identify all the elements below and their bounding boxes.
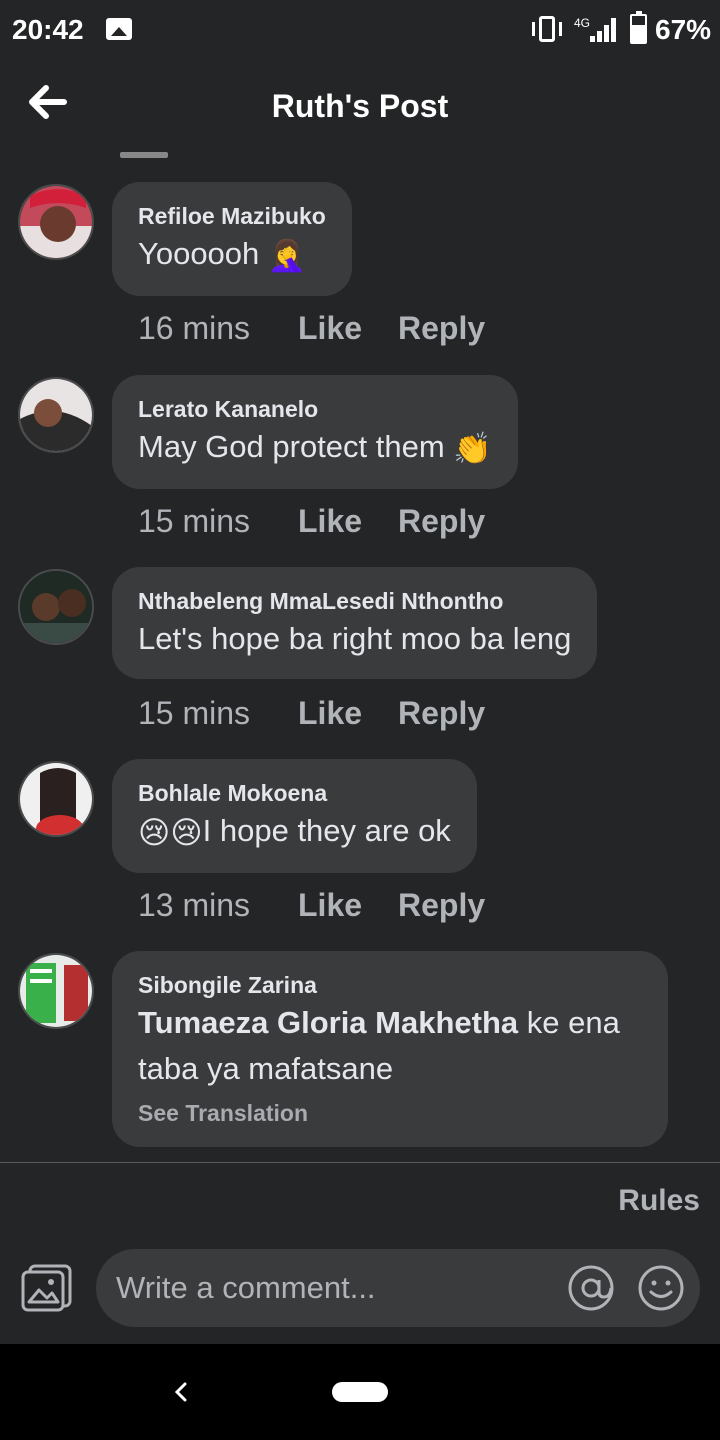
comment-time[interactable]: 15 mins: [138, 503, 250, 540]
avatar[interactable]: [18, 569, 94, 645]
comment-input[interactable]: [116, 1249, 556, 1327]
reply-button[interactable]: Reply: [398, 695, 485, 732]
reply-button[interactable]: Reply: [398, 503, 485, 540]
like-button[interactable]: Like: [298, 310, 362, 347]
comment-bubble[interactable]: Refiloe Mazibuko Yoooooh 🤦‍♀️: [112, 182, 352, 296]
comment-bubble[interactable]: Lerato Kananelo May God protect them 👏: [112, 375, 518, 489]
reply-button[interactable]: Reply: [398, 887, 485, 924]
network-type: 4G: [574, 16, 591, 30]
facepalm-emoji: 🤦‍♀️: [267, 237, 307, 273]
nav-home-pill[interactable]: [332, 1382, 388, 1402]
comment-text: Yoooooh 🤦‍♀️: [138, 232, 326, 278]
mention-icon[interactable]: [566, 1263, 616, 1313]
mentioned-user[interactable]: Tumaeza Gloria Makhetha: [138, 1005, 518, 1040]
comment-author[interactable]: Refiloe Mazibuko: [138, 202, 326, 230]
rules-link[interactable]: Rules: [618, 1184, 700, 1218]
nav-back-icon[interactable]: [168, 1374, 192, 1410]
like-button[interactable]: Like: [298, 503, 362, 540]
crying-face-emoji: 😢😢: [138, 814, 203, 850]
previous-comment-edge: [120, 152, 168, 158]
comment-bubble[interactable]: Nthabeleng MmaLesedi Nthontho Let's hope…: [112, 567, 598, 679]
comment-text: Tumaeza Gloria Makhetha ke ena: [138, 1005, 620, 1040]
comment-input-container: [96, 1249, 700, 1327]
comment-text-line2: taba ya mafatsane: [138, 1051, 394, 1086]
page-title: Ruth's Post: [271, 88, 449, 124]
battery-percentage: 67%: [655, 14, 712, 45]
comment-time[interactable]: 16 mins: [138, 310, 250, 347]
avatar[interactable]: [18, 184, 94, 260]
like-button[interactable]: Like: [298, 887, 362, 924]
reply-button[interactable]: Reply: [398, 310, 485, 347]
comment-text: May God protect them 👏: [138, 425, 492, 471]
signal-icon: [590, 18, 618, 42]
divider: [0, 1162, 720, 1163]
comment-text: 😢😢I hope they are ok: [138, 809, 451, 855]
header: Ruth's Post: [0, 62, 720, 152]
status-time: 20:42: [12, 14, 84, 45]
comment-author[interactable]: Sibongile Zarina: [138, 971, 642, 999]
comment-author[interactable]: Lerato Kananelo: [138, 395, 492, 423]
comment-bubble[interactable]: Bohlale Mokoena 😢😢I hope they are ok: [112, 759, 477, 873]
status-bar: 20:42 4G 67%: [0, 0, 720, 62]
like-button[interactable]: Like: [298, 695, 362, 732]
comment-author[interactable]: Nthabeleng MmaLesedi Nthontho: [138, 587, 571, 615]
see-translation-link[interactable]: See Translation: [138, 1097, 642, 1129]
clapping-hands-emoji: 👏: [453, 430, 492, 466]
avatar[interactable]: [18, 761, 94, 837]
avatar[interactable]: [18, 953, 94, 1029]
system-nav-bar: [0, 1344, 720, 1440]
avatar[interactable]: [18, 377, 94, 453]
comment-time[interactable]: 15 mins: [138, 695, 250, 732]
vibrate-icon: [530, 16, 564, 42]
comment-text: Let's hope ba right moo ba leng: [138, 621, 572, 656]
battery-icon: [630, 11, 647, 44]
emoji-icon[interactable]: [636, 1263, 686, 1313]
battery-level: [632, 24, 645, 42]
gallery-notification-icon: [106, 18, 132, 40]
comment-time[interactable]: 13 mins: [138, 887, 250, 924]
photo-icon[interactable]: [20, 1262, 74, 1314]
comment-bubble[interactable]: Sibongile Zarina Tumaeza Gloria Makhetha…: [112, 951, 668, 1147]
comment-author[interactable]: Bohlale Mokoena: [138, 779, 451, 807]
